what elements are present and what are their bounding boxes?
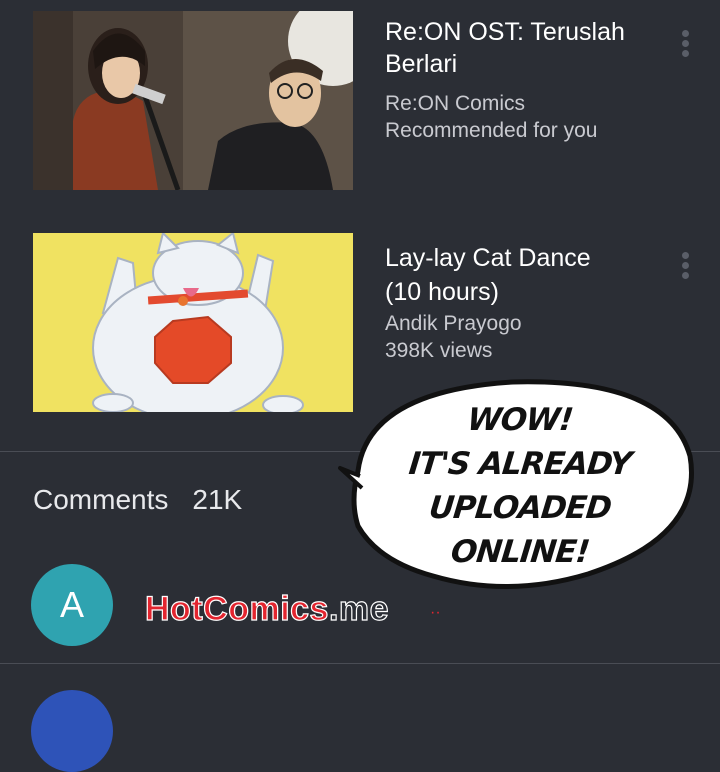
video-title-line2[interactable]: Berlari <box>385 48 665 80</box>
two-singers-on-stage-image <box>33 11 353 190</box>
video-thumbnail[interactable] <box>33 233 353 412</box>
video-title-line2[interactable]: (10 hours) <box>385 276 665 308</box>
watermark-brand: HotComics <box>144 589 329 628</box>
more-options-icon[interactable] <box>680 30 690 57</box>
video-meta: Re:ON OST: Teruslah Berlari Re:ON Comics… <box>385 16 665 144</box>
bubble-line: UPLOADED <box>427 490 613 526</box>
bubble-line: ONLINE! <box>449 534 591 570</box>
avatar[interactable] <box>31 690 113 772</box>
watermark-dots: ·· <box>430 604 441 621</box>
video-item[interactable]: Re:ON OST: Teruslah Berlari Re:ON Comics… <box>0 0 720 200</box>
bubble-line: WOW! <box>465 402 575 438</box>
comments-count: 21K <box>192 484 243 515</box>
more-options-icon[interactable] <box>680 252 690 279</box>
video-channel: Re:ON Comics <box>385 92 526 115</box>
bubble-line: IT'S ALREADY <box>407 446 633 482</box>
dancing-white-cat-image <box>33 233 353 412</box>
watermark-logo: HotComics.me <box>144 589 390 629</box>
comments-header[interactable]: Comments 21K <box>33 484 242 516</box>
video-channel: Andik Prayogo <box>385 312 522 335</box>
section-divider <box>0 663 720 664</box>
video-title-line1[interactable]: Re:ON OST: Teruslah <box>385 16 665 48</box>
comments-label: Comments <box>33 484 169 515</box>
video-title-line1[interactable]: Lay-lay Cat Dance <box>385 242 665 274</box>
video-meta: Lay-lay Cat Dance (10 hours) Andik Prayo… <box>385 242 665 364</box>
video-thumbnail[interactable] <box>33 11 353 190</box>
avatar[interactable]: A <box>31 564 113 646</box>
speech-bubble-text: WOW! IT'S ALREADY UPLOADED ONLINE! <box>338 398 702 574</box>
avatar-letter: A <box>59 584 84 625</box>
watermark-tld: .me <box>328 589 390 628</box>
video-info: 398K views <box>385 339 493 362</box>
video-info: Recommended for you <box>385 119 598 142</box>
